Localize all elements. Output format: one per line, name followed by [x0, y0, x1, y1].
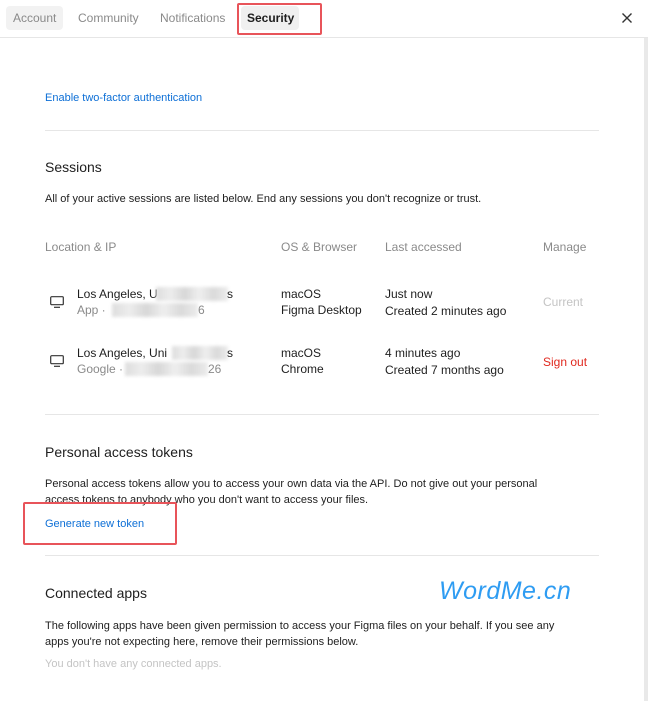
close-icon [622, 13, 632, 23]
tokens-description-line1: Personal access tokens allow you to acce… [45, 478, 538, 490]
divider [45, 414, 599, 415]
connected-apps-description-line2: apps you're not expecting here, remove t… [45, 636, 359, 648]
session-last-accessed: Just now [385, 287, 433, 301]
tab-account[interactable]: Account [6, 6, 64, 30]
sign-out-button[interactable]: Sign out [543, 355, 587, 369]
generate-token-link[interactable]: Generate new token [45, 518, 144, 530]
enable-two-factor-link[interactable]: Enable two-factor authentication [45, 92, 202, 104]
tokens-heading: Personal access tokens [45, 444, 193, 460]
redacted-ip [112, 303, 198, 317]
session-created: Created 2 minutes ago [385, 304, 507, 318]
tab-security[interactable]: Security [241, 6, 299, 30]
redacted-ip [125, 362, 208, 376]
session-created: Created 7 months ago [385, 363, 504, 377]
divider [45, 555, 599, 556]
column-header-last-accessed: Last accessed [385, 240, 462, 254]
session-ip-tail: 26 [208, 362, 222, 376]
settings-tab-bar: Account Community Notifications Security [0, 0, 648, 38]
session-location-tail: s [227, 346, 233, 360]
tab-community[interactable]: Community [71, 6, 146, 30]
monitor-icon [50, 296, 64, 308]
column-header-location: Location & IP [45, 240, 117, 254]
session-browser: Figma Desktop [281, 303, 362, 317]
sessions-heading: Sessions [45, 159, 102, 175]
window-frame-edge [644, 38, 648, 701]
session-location-tail: s [227, 287, 233, 301]
session-ip-tail: 6 [198, 303, 205, 317]
close-button[interactable] [617, 8, 637, 28]
connected-apps-description-line1: The following apps have been given permi… [45, 620, 555, 632]
column-header-manage: Manage [543, 240, 587, 254]
redacted-location [172, 346, 228, 360]
session-location: Los Angeles, Uni [77, 346, 168, 360]
session-ip-prefix: App · [77, 303, 106, 317]
session-browser: Chrome [281, 362, 324, 376]
session-os: macOS [281, 346, 322, 360]
session-location: Los Angeles, U [77, 287, 158, 301]
column-header-os-browser: OS & Browser [281, 240, 358, 254]
tokens-description-line2: access tokens to anybody who you don't w… [45, 494, 369, 506]
session-ip-prefix: Google · [77, 362, 124, 376]
connected-apps-heading: Connected apps [45, 585, 147, 601]
tab-notifications[interactable]: Notifications [153, 6, 232, 30]
session-os: macOS [281, 287, 322, 301]
no-connected-apps-text: You don't have any connected apps. [45, 658, 222, 670]
divider [45, 130, 599, 131]
monitor-icon [50, 355, 64, 367]
current-session-label: Current [543, 295, 584, 309]
watermark: WordMe.cn [439, 577, 572, 605]
session-last-accessed: 4 minutes ago [385, 346, 461, 360]
sessions-description: All of your active sessions are listed b… [45, 193, 482, 205]
redacted-location [156, 287, 228, 301]
